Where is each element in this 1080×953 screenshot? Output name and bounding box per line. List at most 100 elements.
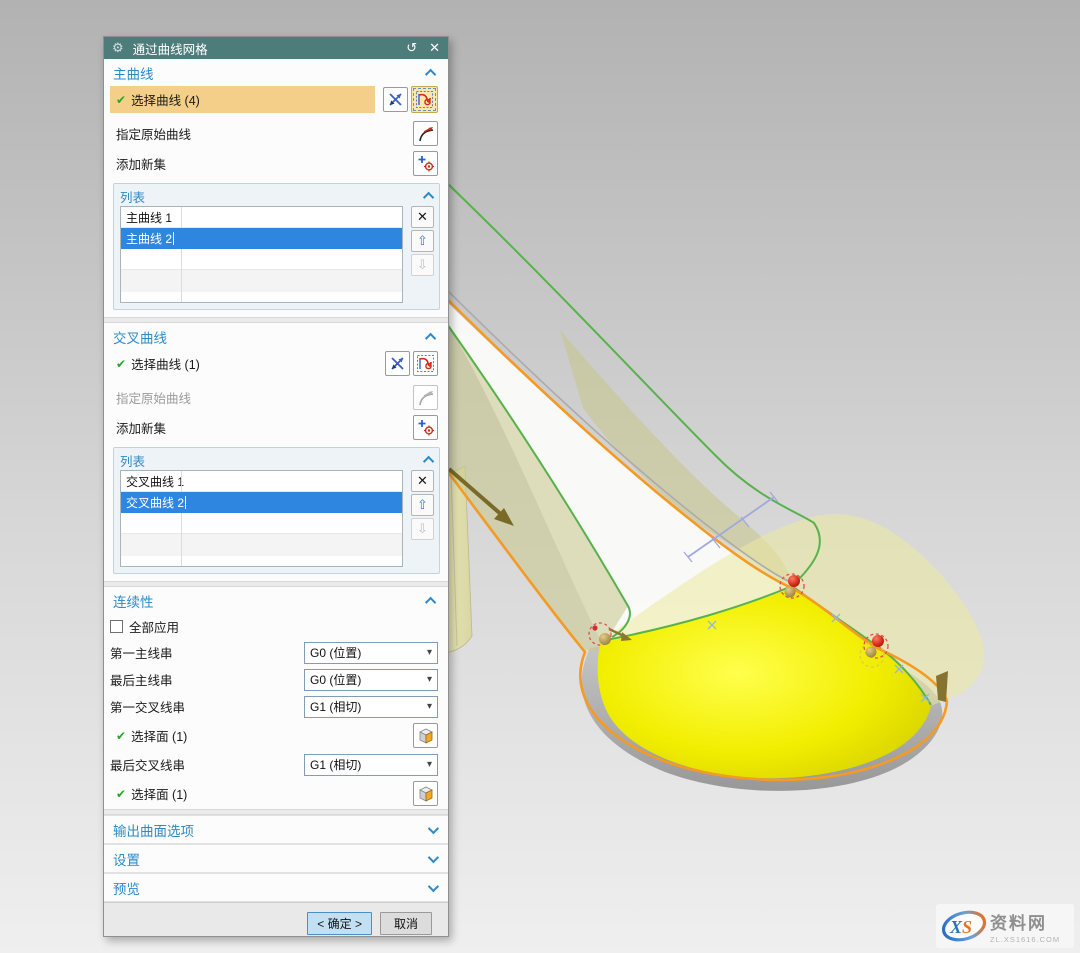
move-down-button[interactable]: ⇩ bbox=[411, 518, 434, 540]
check-icon: ✔ bbox=[116, 729, 126, 743]
move-up-button[interactable]: ⇧ bbox=[411, 230, 434, 252]
select-face-label: 选择面 (1) bbox=[131, 726, 187, 745]
main-curve-list-group: 列表 主曲线 1 主曲线 2 bbox=[113, 183, 440, 310]
section-header-output-options[interactable]: 输出曲面选项 bbox=[104, 815, 448, 844]
dialog-titlebar[interactable]: ⚙ 通过曲线网格 ↺ ✕ bbox=[104, 37, 448, 59]
main-curve-list[interactable]: 主曲线 1 主曲线 2 bbox=[120, 206, 403, 303]
curve-selection-mode-button[interactable] bbox=[413, 351, 438, 376]
select-face-field[interactable]: ✔ 选择面 (1) bbox=[110, 780, 405, 807]
origin-curve-label: 指定原始曲线 bbox=[116, 124, 191, 143]
through-curve-mesh-dialog: ⚙ 通过曲线网格 ↺ ✕ 主曲线 ✔ 选择曲线 (4) bbox=[103, 36, 449, 937]
swap-direction-button[interactable] bbox=[383, 87, 408, 112]
direction-arrow-toe[interactable] bbox=[936, 671, 948, 702]
application-window: ⚙ 通过曲线网格 ↺ ✕ 主曲线 ✔ 选择曲线 (4) bbox=[0, 0, 1080, 953]
list-header-label: 列表 bbox=[120, 451, 426, 470]
cross-curve-list[interactable]: 交叉曲线 1 交叉曲线 2 bbox=[120, 470, 403, 567]
section-header-cross-curve[interactable]: 交叉曲线 bbox=[104, 323, 448, 350]
watermark: XS 资料网 ZL.XS1616.COM bbox=[936, 904, 1074, 948]
select-curve-field[interactable]: ✔ 选择曲线 (4) bbox=[110, 86, 375, 113]
section-header-main-curve[interactable]: 主曲线 bbox=[104, 59, 448, 86]
first-main-string-row: 第一主线串 G0 (位置) ▾ bbox=[104, 639, 448, 666]
origin-curve-icon bbox=[417, 125, 435, 143]
main-add-new-set-row: 添加新集 bbox=[104, 150, 448, 176]
curve-select-icon bbox=[415, 90, 434, 109]
chevron-down-icon bbox=[428, 880, 439, 891]
section-header-preview[interactable]: 预览 bbox=[104, 873, 448, 902]
list-item[interactable]: 交叉曲线 1 bbox=[121, 471, 402, 492]
add-new-set-button[interactable] bbox=[413, 415, 438, 440]
origin-curve-field[interactable]: 指定原始曲线 bbox=[110, 120, 405, 147]
list-item-empty[interactable] bbox=[121, 249, 402, 270]
cancel-button[interactable]: 取消 bbox=[380, 912, 432, 935]
ok-button[interactable]: < 确定 > bbox=[307, 912, 372, 935]
dialog-body: 主曲线 ✔ 选择曲线 (4) bbox=[104, 59, 448, 936]
first-cross-string-row: 第一交叉线串 G1 (相切) ▾ bbox=[104, 693, 448, 720]
last-main-string-label: 最后主线串 bbox=[110, 670, 304, 689]
reset-icon[interactable]: ↺ bbox=[406, 40, 417, 56]
origin-curve-label: 指定原始曲线 bbox=[116, 388, 191, 407]
select-face-row-2: ✔ 选择面 (1) bbox=[104, 778, 448, 809]
origin-curve-field: 指定原始曲线 bbox=[110, 384, 405, 411]
move-down-button[interactable]: ⇩ bbox=[411, 254, 434, 276]
list-item-selected[interactable]: 交叉曲线 2 bbox=[121, 492, 402, 513]
remove-item-button[interactable]: ✕ bbox=[411, 206, 434, 228]
select-curve-label: 选择曲线 (1) bbox=[131, 354, 200, 373]
svg-text:XS: XS bbox=[949, 917, 972, 937]
check-icon: ✔ bbox=[116, 357, 126, 371]
check-icon: ✔ bbox=[116, 787, 126, 801]
first-main-string-dropdown[interactable]: G0 (位置) ▾ bbox=[304, 642, 438, 664]
add-set-icon bbox=[417, 154, 435, 172]
list-item[interactable]: 主曲线 1 bbox=[121, 207, 402, 228]
select-face-label: 选择面 (1) bbox=[131, 784, 187, 803]
select-curve-label: 选择曲线 (4) bbox=[131, 90, 200, 109]
text-caret bbox=[173, 232, 174, 245]
first-cross-string-dropdown[interactable]: G1 (相切) ▾ bbox=[304, 696, 438, 718]
face-select-button[interactable] bbox=[413, 723, 438, 748]
section-header-settings[interactable]: 设置 bbox=[104, 844, 448, 873]
select-face-field[interactable]: ✔ 选择面 (1) bbox=[110, 722, 405, 749]
list-item-selected[interactable]: 主曲线 2 bbox=[121, 228, 402, 249]
cube-face-icon bbox=[416, 784, 436, 804]
add-new-set-field[interactable]: 添加新集 bbox=[110, 414, 405, 440]
watermark-logo: XS bbox=[940, 907, 988, 945]
apply-all-label: 全部应用 bbox=[129, 617, 179, 636]
origin-curve-button-disabled bbox=[413, 385, 438, 410]
remove-item-button[interactable]: ✕ bbox=[411, 470, 434, 492]
move-up-button[interactable]: ⇧ bbox=[411, 494, 434, 516]
first-main-string-label: 第一主线串 bbox=[110, 643, 304, 662]
add-new-set-button[interactable] bbox=[413, 151, 438, 176]
add-set-icon bbox=[417, 418, 435, 436]
list-group-header[interactable]: 列表 bbox=[120, 450, 434, 470]
section-label: 输出曲面选项 bbox=[113, 820, 428, 840]
main-origin-curve-row: 指定原始曲线 bbox=[104, 120, 448, 147]
add-new-set-label: 添加新集 bbox=[116, 418, 166, 437]
crossed-arrows-icon bbox=[389, 355, 406, 372]
origin-curve-button[interactable] bbox=[413, 121, 438, 146]
face-select-button[interactable] bbox=[413, 781, 438, 806]
check-icon: ✔ bbox=[116, 93, 126, 107]
curve-selection-mode-button[interactable] bbox=[411, 86, 438, 113]
chevron-down-icon: ▾ bbox=[427, 674, 432, 685]
list-item-empty[interactable] bbox=[121, 513, 402, 534]
list-item-empty[interactable] bbox=[121, 534, 402, 556]
close-icon[interactable]: ✕ bbox=[429, 40, 440, 56]
swap-direction-button[interactable] bbox=[385, 351, 410, 376]
list-item-empty[interactable] bbox=[121, 270, 402, 292]
gear-icon: ⚙ bbox=[112, 37, 124, 59]
section-header-continuity[interactable]: 连续性 bbox=[104, 587, 448, 614]
section-label: 主曲线 bbox=[113, 63, 428, 83]
chevron-down-icon: ▾ bbox=[427, 701, 432, 712]
last-cross-string-dropdown[interactable]: G1 (相切) ▾ bbox=[304, 754, 438, 776]
last-main-string-dropdown[interactable]: G0 (位置) ▾ bbox=[304, 669, 438, 691]
cross-origin-curve-row: 指定原始曲线 bbox=[104, 384, 448, 411]
chevron-down-icon bbox=[428, 822, 439, 833]
chevron-down-icon bbox=[428, 851, 439, 862]
last-cross-string-label: 最后交叉线串 bbox=[110, 755, 304, 774]
select-curve-field[interactable]: ✔ 选择曲线 (1) bbox=[110, 350, 377, 377]
dialog-title: 通过曲线网格 bbox=[133, 39, 395, 58]
last-main-string-row: 最后主线串 G0 (位置) ▾ bbox=[104, 666, 448, 693]
add-new-set-field[interactable]: 添加新集 bbox=[110, 150, 405, 176]
list-group-header[interactable]: 列表 bbox=[120, 186, 434, 206]
section-label: 交叉曲线 bbox=[113, 327, 428, 347]
apply-all-checkbox[interactable] bbox=[110, 620, 123, 633]
